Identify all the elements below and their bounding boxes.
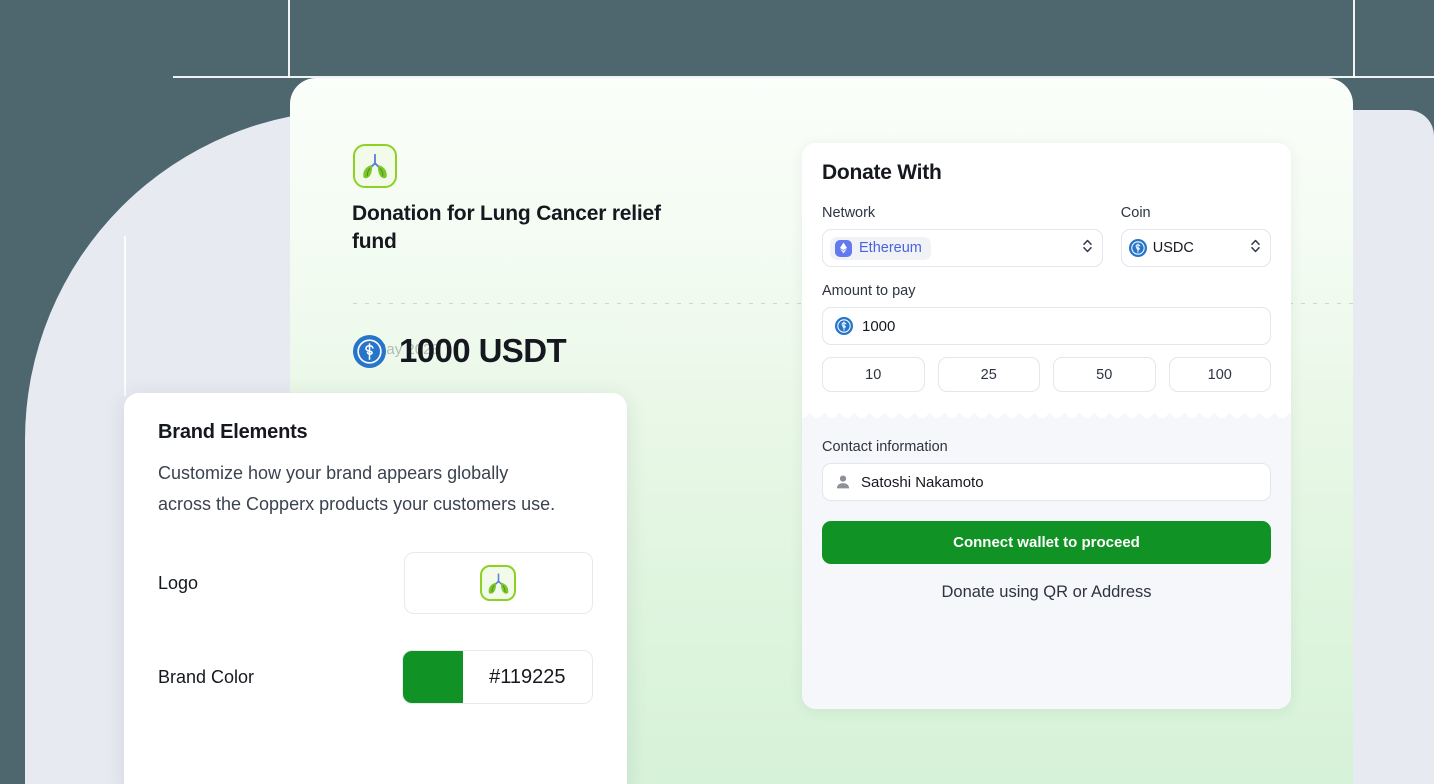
connect-wallet-button[interactable]: Connect wallet to proceed (822, 521, 1271, 564)
coin-field: Coin USDC (1120, 205, 1271, 267)
contact-label: Contact information (822, 439, 948, 455)
guide-line-vertical-left (288, 0, 290, 78)
coin-label: Coin (1120, 205, 1151, 221)
amount-label: Amount to pay (822, 283, 916, 299)
network-coin-row: Network Ethereum Coin USDC (822, 205, 1271, 267)
donate-panel-title: Donate With (822, 161, 942, 184)
guide-line-vertical-mid (124, 236, 126, 396)
amount-value: 1000 (862, 317, 896, 335)
perforated-divider (802, 407, 1291, 429)
chevron-updown-icon[interactable] (1250, 238, 1261, 259)
brand-logo-label: Logo (158, 572, 199, 593)
brand-color-row: Brand Color #119225 (158, 650, 593, 704)
network-select[interactable]: Ethereum (822, 229, 1103, 267)
person-icon (835, 474, 851, 490)
donate-panel-top: Donate With Network Ethereum Coin USDC A… (802, 143, 1291, 392)
network-selected-pill: Ethereum (830, 236, 931, 260)
lungs-icon (360, 151, 390, 181)
network-label: Network (822, 205, 876, 221)
ethereum-icon (835, 239, 852, 257)
donate-qr-link[interactable]: Donate using QR or Address (822, 583, 1271, 602)
guide-line-vertical-right (1353, 0, 1355, 78)
brand-logo-preview[interactable] (403, 552, 593, 614)
chevron-updown-icon[interactable] (1082, 238, 1093, 259)
color-swatch[interactable] (402, 651, 463, 703)
brand-panel-title: Brand Elements (158, 421, 308, 443)
lungs-icon (486, 571, 511, 596)
logo-tile (480, 565, 517, 601)
contact-value: Satoshi Nakamoto (861, 473, 984, 491)
campaign-amount: 1000 USDT (353, 332, 567, 370)
quick-amount-chip[interactable]: 100 (1168, 357, 1271, 392)
brand-color-value: #119225 (489, 665, 566, 688)
network-value: Ethereum (859, 240, 922, 256)
donate-panel: Donate With Network Ethereum Coin USDC A… (802, 143, 1291, 709)
quick-amount-chip[interactable]: 50 (1053, 357, 1156, 392)
quick-amount-chip[interactable]: 25 (937, 357, 1040, 392)
donate-panel-bottom: Contact information Satoshi Nakamoto Con… (802, 429, 1291, 709)
campaign-logo-tile (353, 144, 397, 188)
campaign-amount-text: 1000 USDT (399, 332, 567, 369)
amount-input[interactable]: 1000 (822, 307, 1271, 345)
usdc-coin-icon (353, 334, 386, 368)
usdc-coin-icon (835, 317, 853, 335)
coin-select[interactable]: USDC (1120, 229, 1271, 267)
brand-color-label: Brand Color (158, 666, 255, 687)
brand-logo-row: Logo (158, 552, 593, 614)
coin-value: USDC (1152, 240, 1194, 256)
usdc-coin-icon (1128, 239, 1147, 257)
campaign-title: Donation for Lung Cancer relief fund (352, 202, 661, 253)
quick-amount-chip[interactable]: 10 (822, 357, 925, 392)
quick-amount-chips: 10 25 50 100 (822, 357, 1271, 392)
brand-elements-panel: Brand Elements Customize how your brand … (124, 393, 627, 784)
network-field: Network Ethereum (822, 205, 1103, 267)
contact-input[interactable]: Satoshi Nakamoto (822, 463, 1271, 501)
brand-color-input[interactable]: #119225 (401, 650, 593, 704)
brand-panel-description: Customize how your brand appears globall… (158, 463, 556, 514)
